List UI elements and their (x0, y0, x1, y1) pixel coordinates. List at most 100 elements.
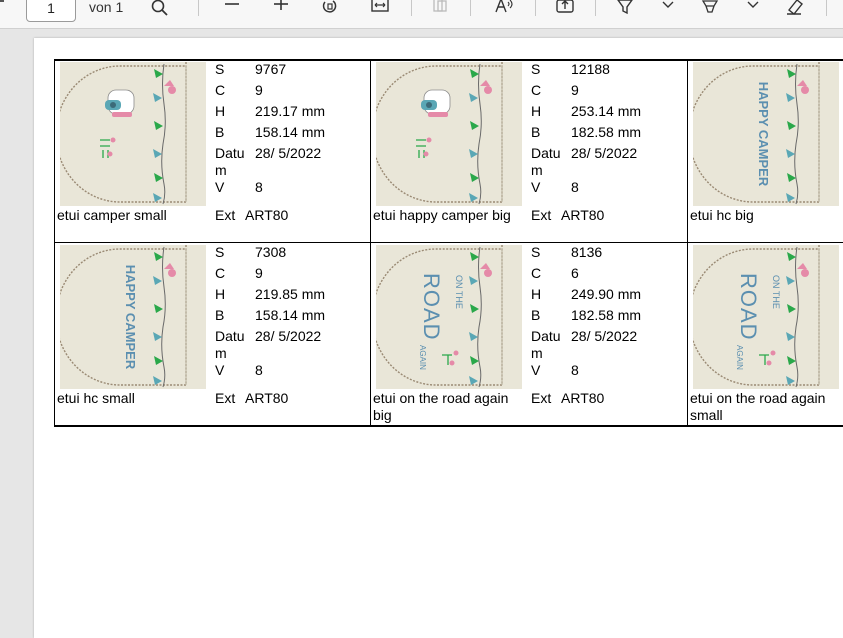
fit-width-icon[interactable] (368, 0, 392, 19)
stitches-label: S (531, 244, 541, 260)
width-label: B (531, 307, 541, 323)
stitches-label: S (215, 61, 225, 77)
stitches-value: 7308 (255, 244, 287, 260)
design-thumbnail[interactable] (376, 62, 522, 206)
stitches-value: 12188 (571, 61, 610, 77)
width-value: 182.58 mm (571, 124, 642, 140)
stitches-value: 9767 (255, 61, 287, 77)
colors-label: C (215, 82, 226, 98)
design-cell[interactable]: ON THE ROAD AGAIN etui on the road again sm… (688, 243, 843, 426)
width-label: B (531, 124, 541, 140)
pdf-toolbar: 1 von 1 (0, 0, 843, 29)
colors-value: 6 (571, 265, 579, 281)
extension-value: ART80 (561, 207, 605, 223)
thumb-text: HAPPY CAMPER (756, 82, 771, 187)
page-count-label: von 1 (89, 0, 124, 15)
extension-value: ART80 (245, 390, 289, 406)
date-value: 28/ 5/2022 (255, 328, 322, 344)
design-name: etui hc small (57, 390, 135, 406)
colors-value: 9 (255, 265, 263, 281)
height-label: H (215, 103, 226, 119)
stitches-label: S (215, 244, 225, 260)
height-value: 219.85 mm (255, 286, 326, 302)
design-cell[interactable]: etui camper small S 9767 C 9 H 219.17 mm B 1… (55, 60, 371, 243)
zoom-in-icon[interactable] (269, 0, 293, 19)
colors-value: 9 (255, 82, 263, 98)
design-name: etui on the road again big (373, 390, 509, 423)
colors-value: 9 (571, 82, 579, 98)
version-label: V (531, 179, 541, 195)
width-value: 158.14 mm (255, 124, 326, 140)
version-label: V (531, 362, 541, 378)
page-view-icon[interactable] (428, 0, 452, 19)
colors-label: C (215, 265, 226, 281)
height-label: H (215, 286, 226, 302)
zoom-out-icon[interactable] (220, 0, 244, 19)
design-name: etui camper small (57, 207, 167, 223)
svg-text:ROAD: ROAD (419, 273, 444, 341)
date-label: Datu m (215, 328, 245, 361)
design-cell[interactable]: etui happy camper big S 12188 C 9 H 253.14 … (371, 60, 687, 243)
date-label: Datu m (215, 145, 245, 178)
date-label: Datu m (531, 328, 561, 361)
colors-label: C (531, 265, 542, 281)
design-name: etui on the road again small (690, 390, 826, 423)
version-value: 8 (571, 179, 579, 195)
stitches-label: S (531, 61, 541, 77)
design-thumbnail[interactable] (60, 62, 206, 206)
date-label: Datu m (531, 145, 561, 178)
chevron-down-icon[interactable] (741, 0, 765, 19)
svg-text:AGAIN: AGAIN (418, 345, 427, 370)
design-cell[interactable]: ON THE ROAD AGAIN etui on the road again bi… (371, 243, 687, 426)
design-properties: S 12188 C 9 H 253.14 mm B 182.58 mm Datu m 28… (531, 61, 681, 200)
design-thumbnail[interactable]: ON THE ROAD AGAIN (693, 245, 839, 389)
date-value: 28/ 5/2022 (255, 145, 322, 161)
highlight-icon[interactable] (613, 0, 637, 19)
width-label: B (215, 307, 225, 323)
design-cell[interactable]: HAPPY CAMPER etui hc small S 7308 C 9 H 219.… (55, 243, 371, 426)
toolbar-left-edge (0, 0, 4, 8)
svg-text:ON THE: ON THE (771, 275, 781, 309)
design-thumbnail[interactable]: HAPPY CAMPER (60, 245, 206, 389)
design-properties: S 9767 C 9 H 219.17 mm B 158.14 mm Datu m 28/… (215, 61, 365, 200)
design-name: etui happy camper big (373, 207, 511, 223)
export-icon[interactable] (553, 0, 577, 19)
width-value: 182.58 mm (571, 307, 642, 323)
draw-icon[interactable] (698, 0, 722, 19)
height-label: H (531, 103, 542, 119)
design-thumbnail[interactable]: HAPPY CAMPER (693, 62, 839, 206)
design-thumbnail[interactable]: ON THE ROAD AGAIN (376, 245, 522, 389)
svg-text:ON THE: ON THE (454, 275, 464, 309)
design-cell[interactable]: HAPPY CAMPER etui hc big (688, 60, 843, 243)
height-value: 249.90 mm (571, 286, 642, 302)
page-number-input[interactable]: 1 (26, 0, 76, 22)
read-aloud-icon[interactable] (492, 0, 516, 19)
svg-text:ROAD: ROAD (736, 273, 761, 341)
date-value: 28/ 5/2022 (571, 145, 638, 161)
version-label: V (215, 362, 225, 378)
search-icon[interactable] (148, 0, 172, 19)
eraser-icon[interactable] (783, 0, 807, 19)
design-properties: S 7308 C 9 H 219.85 mm B 158.14 mm Datu m 28/… (215, 244, 365, 383)
colors-label: C (531, 82, 542, 98)
design-properties: S 8136 C 6 H 249.90 mm B 182.58 mm Datu m 28/… (531, 244, 681, 383)
rotate-icon[interactable] (318, 0, 342, 19)
document-page: etui camper small S 9767 C 9 H 219.17 mm B 1… (34, 38, 843, 638)
width-label: B (215, 124, 225, 140)
version-value: 8 (255, 362, 263, 378)
extension-value: ART80 (561, 390, 605, 406)
extension-value: ART80 (245, 207, 289, 223)
version-value: 8 (255, 179, 263, 195)
height-label: H (531, 286, 542, 302)
thumb-text: HAPPY CAMPER (123, 265, 138, 370)
date-value: 28/ 5/2022 (571, 328, 638, 344)
svg-text:AGAIN: AGAIN (735, 345, 744, 370)
height-value: 253.14 mm (571, 103, 642, 119)
design-name: etui hc big (690, 207, 754, 223)
chevron-down-icon[interactable] (656, 0, 680, 19)
width-value: 158.14 mm (255, 307, 326, 323)
height-value: 219.17 mm (255, 103, 326, 119)
version-value: 8 (571, 362, 579, 378)
version-label: V (215, 179, 225, 195)
stitches-value: 8136 (571, 244, 603, 260)
